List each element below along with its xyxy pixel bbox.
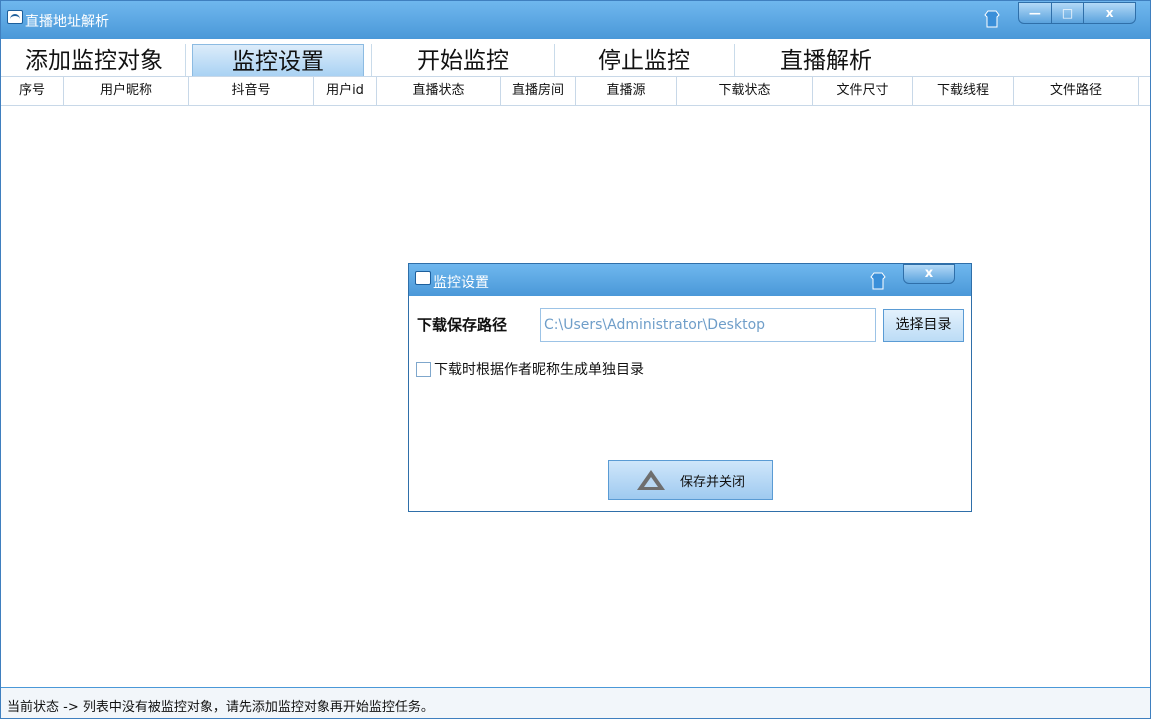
column-header[interactable]: 序号 (1, 77, 64, 105)
warning-triangle-icon (636, 470, 665, 490)
column-header[interactable]: 抖音号 (189, 77, 314, 105)
dialog-title-bar[interactable]: 监控设置 x (409, 264, 971, 296)
minimize-button[interactable]: — (1019, 3, 1052, 23)
tab-divider (734, 44, 735, 76)
tab-start-monitor[interactable]: 开始监控 (373, 44, 553, 76)
save-and-close-button[interactable]: 保存并关闭 (608, 460, 773, 500)
skin-shirt-icon[interactable] (870, 271, 886, 291)
save-and-close-label: 保存并关闭 (679, 474, 745, 490)
column-header[interactable]: 直播源 (576, 77, 677, 105)
dialog-title: 监控设置 (433, 275, 489, 291)
maximize-button[interactable]: □ (1052, 3, 1085, 23)
close-button[interactable]: x (1084, 3, 1135, 23)
column-header[interactable]: 文件路径 (1014, 77, 1139, 105)
main-window: 直播地址解析 — □ x 添加监控对象 监控设置 开始监控 停止监控 直播解析 … (0, 0, 1151, 719)
download-path-input[interactable]: C:\Users\Administrator\Desktop (540, 308, 876, 342)
author-folder-option[interactable]: 下载时根据作者昵称生成单独目录 (416, 360, 644, 378)
column-header[interactable]: 直播状态 (377, 77, 501, 105)
tab-divider (554, 44, 555, 76)
status-text: 当前状态 -> 列表中没有被监控对象，请先添加监控对象再开始监控任务。 (7, 700, 434, 715)
skin-shirt-icon[interactable] (984, 9, 1000, 29)
download-path-label: 下载保存路径 (417, 316, 508, 334)
choose-directory-button[interactable]: 选择目录 (883, 309, 964, 342)
dialog-close-button[interactable]: x (903, 264, 955, 284)
column-header[interactable]: 用户id (314, 77, 377, 105)
tab-stop-monitor[interactable]: 停止监控 (556, 44, 732, 76)
app-logo-icon (415, 271, 431, 285)
tab-divider (185, 44, 186, 76)
settings-dialog: 监控设置 x 下载保存路径 C:\Users\Administrator\Des… (408, 263, 972, 512)
column-header[interactable]: 文件尺寸 (813, 77, 913, 105)
tab-add-monitor[interactable]: 添加监控对象 (5, 44, 183, 76)
status-bar: 当前状态 -> 列表中没有被监控对象，请先添加监控对象再开始监控任务。 (1, 687, 1150, 718)
table-header: 序号 用户昵称 抖音号 用户id 直播状态 直播房间 直播源 下载状态 文件尺寸… (1, 76, 1150, 106)
column-header[interactable]: 下载状态 (677, 77, 813, 105)
tab-monitor-settings[interactable]: 监控设置 (192, 44, 364, 76)
app-logo-icon (7, 10, 23, 24)
title-bar[interactable]: 直播地址解析 — □ x (1, 1, 1150, 39)
author-folder-label: 下载时根据作者昵称生成单独目录 (434, 362, 644, 378)
tab-live-parse[interactable]: 直播解析 (736, 44, 916, 76)
window-title: 直播地址解析 (25, 14, 109, 30)
column-header[interactable]: 下载线程 (913, 77, 1014, 105)
tab-divider (371, 44, 372, 76)
author-folder-checkbox[interactable] (416, 361, 431, 377)
toolbar-tabs: 添加监控对象 监控设置 开始监控 停止监控 直播解析 (1, 39, 1150, 76)
window-controls: — □ x (1018, 2, 1136, 24)
column-header[interactable]: 直播房间 (501, 77, 576, 105)
column-header[interactable]: 用户昵称 (64, 77, 189, 105)
